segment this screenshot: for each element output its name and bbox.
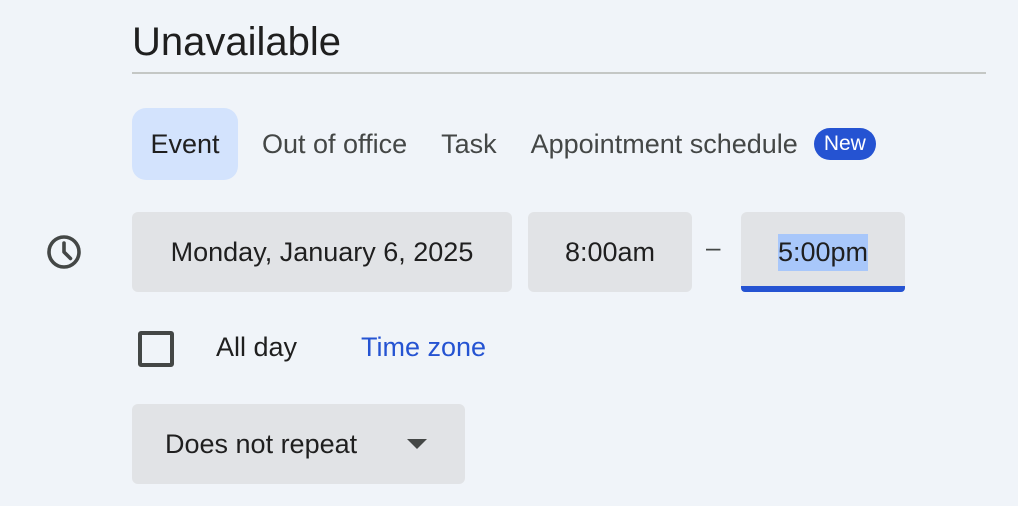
- tab-task[interactable]: Task: [425, 108, 513, 180]
- end-time-input[interactable]: 5:00pm: [741, 212, 905, 292]
- clock-icon: [47, 235, 81, 269]
- title-field: [132, 14, 986, 74]
- new-badge: New: [813, 128, 876, 160]
- event-type-tabs: Event Out of office Task Appointment sch…: [132, 108, 894, 180]
- tab-appointment-schedule[interactable]: Appointment schedule New: [515, 108, 892, 180]
- focus-underline: [741, 286, 905, 292]
- tab-out-of-office[interactable]: Out of office: [246, 108, 423, 180]
- date-label: Monday, January 6, 2025: [170, 236, 474, 267]
- dropdown-caret-icon: [407, 439, 427, 449]
- date-picker-button[interactable]: Monday, January 6, 2025: [132, 212, 512, 292]
- start-time-label: 8:00am: [564, 236, 656, 267]
- time-zone-link[interactable]: Time zone: [361, 332, 486, 363]
- tab-appointment-schedule-label: Appointment schedule: [530, 128, 798, 159]
- repeat-dropdown[interactable]: Does not repeat: [132, 404, 465, 484]
- title-input[interactable]: [132, 14, 986, 70]
- all-day-checkbox[interactable]: [138, 331, 174, 367]
- event-editor: Event Out of office Task Appointment sch…: [0, 0, 1018, 506]
- all-day-label: All day: [216, 332, 298, 362]
- start-time-button[interactable]: 8:00am: [528, 212, 692, 292]
- end-time-label: 5:00pm: [777, 233, 869, 271]
- time-range-separator: –: [706, 232, 721, 262]
- tab-event[interactable]: Event: [132, 108, 238, 180]
- repeat-value: Does not repeat: [165, 428, 358, 459]
